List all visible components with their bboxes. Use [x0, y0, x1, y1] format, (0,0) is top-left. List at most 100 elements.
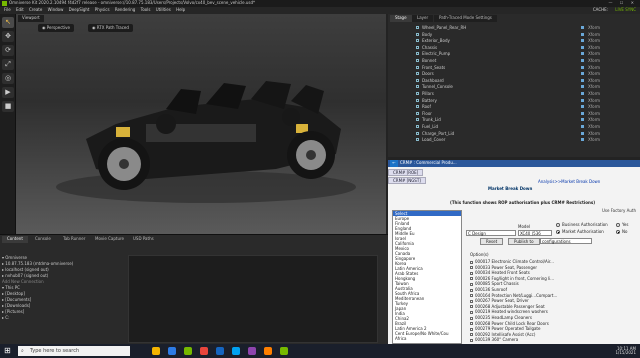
option-checkbox[interactable] — [470, 277, 473, 281]
stage-row[interactable]: Front_Seats Xform — [388, 65, 640, 70]
menu-rendering[interactable]: Rendering — [115, 7, 135, 12]
option-checkbox[interactable] — [470, 305, 473, 309]
stage-row[interactable]: Body Xform — [388, 32, 640, 37]
radio-yes[interactable] — [616, 223, 620, 227]
option-row[interactable]: 000164 Protection Net/Luggi...Compart... — [470, 293, 630, 298]
menu-create[interactable]: Create — [29, 7, 42, 12]
taskbar-app-icon[interactable] — [152, 347, 160, 355]
stage-row[interactable]: Roof Xform — [388, 104, 640, 109]
visibility-icon[interactable] — [581, 105, 584, 109]
option-checkbox[interactable] — [470, 327, 473, 331]
option-checkbox[interactable] — [470, 271, 473, 275]
tab-movie-capture[interactable]: Movie Capture — [90, 236, 129, 243]
scale-tool-icon[interactable]: ⤢ — [2, 59, 14, 70]
option-row[interactable]: 000235 HeadLamp Cleaners — [470, 315, 630, 320]
option-checkbox[interactable] — [470, 288, 473, 292]
option-checkbox[interactable] — [470, 322, 473, 326]
stage-row[interactable]: Doors Xform — [388, 71, 640, 76]
stage-row[interactable]: Load_Cover Xform — [388, 137, 640, 142]
visibility-icon[interactable] — [581, 72, 584, 76]
stage-row[interactable]: Bonnet Xform — [388, 58, 640, 63]
option-row[interactable]: 000139 360° Camera — [470, 337, 630, 342]
reset-button[interactable]: Reset — [480, 238, 504, 245]
taskbar-app-icon[interactable] — [280, 347, 288, 355]
option-row[interactable]: 000267 Power Seat, Driver — [470, 298, 630, 303]
menu-deepsight[interactable]: DeepSight — [69, 7, 90, 12]
taskbar-app-icon[interactable] — [168, 347, 176, 355]
renderer-dropdown[interactable]: ◉ RTX Path Traced — [88, 24, 133, 32]
visibility-icon[interactable] — [581, 85, 584, 89]
tab-stage[interactable]: Stage — [390, 15, 412, 22]
stage-row[interactable]: Wheel_Panel_Rear_RH Xform — [388, 25, 640, 30]
option-row[interactable]: 000268 Adjustable Passenger Seat — [470, 304, 630, 309]
stage-row[interactable]: Electric_Pump Xform — [388, 51, 640, 56]
option-row[interactable]: 000268 Power Child Lock Rear Doors — [470, 321, 630, 326]
option-checkbox[interactable] — [470, 316, 473, 320]
stage-row[interactable]: Tunnel_Console Xform — [388, 84, 640, 89]
menu-physics[interactable]: Physics — [95, 7, 110, 12]
visibility-icon[interactable] — [581, 59, 584, 62]
option-checkbox[interactable] — [470, 294, 473, 298]
stage-row[interactable]: Trunk_Lid Xform — [388, 117, 640, 122]
window-controls[interactable]: — ☐ ✕ — [609, 0, 637, 5]
option-checkbox[interactable] — [470, 299, 473, 303]
visibility-icon[interactable] — [581, 111, 584, 115]
visibility-icon[interactable] — [581, 65, 584, 69]
visibility-icon[interactable] — [581, 131, 584, 135]
viewport-tab[interactable]: Viewport — [18, 15, 44, 22]
visibility-icon[interactable] — [581, 138, 584, 142]
camera-dropdown[interactable]: ◉ Perspective — [38, 24, 74, 32]
publish-target-input[interactable]: configurations — [540, 238, 592, 244]
tab-path-traced-settings[interactable]: Path-Traced Mode Settings — [434, 15, 497, 22]
tab-tab-runner[interactable]: Tab Runner — [58, 236, 90, 243]
tab-layer[interactable]: Layer — [412, 15, 434, 22]
system-tray-clock[interactable]: 10:11 AM 1/15/2021 — [615, 347, 636, 355]
visibility-icon[interactable] — [581, 45, 584, 49]
option-row[interactable]: 000026 Fog/light in front, Cornering li.… — [470, 276, 630, 281]
taskbar-app-icon[interactable] — [200, 347, 208, 355]
taskbar-search[interactable]: ⌕ Type here to search — [18, 346, 130, 356]
taskbar-app-icon[interactable] — [248, 347, 256, 355]
option-checkbox[interactable] — [470, 333, 473, 337]
menu-file[interactable]: File — [4, 7, 11, 12]
menu-window[interactable]: Window — [48, 7, 64, 12]
stage-row[interactable]: Exterior_Body Xform — [388, 38, 640, 43]
breadcrumb-link[interactable]: Analysis>>Market Break Down — [538, 179, 600, 184]
option-row[interactable]: 000136 Sunroof — [470, 287, 630, 292]
tab-crm-ngst[interactable]: CRM# [NGST] — [388, 177, 426, 184]
taskbar-app-icon[interactable] — [184, 347, 192, 355]
viewport[interactable]: Viewport ◉ Perspective ◉ RTX Path Traced — [16, 14, 386, 234]
rotate-tool-icon[interactable]: ⟳ — [2, 45, 14, 56]
option-row[interactable]: 000034 Heated Front Seats — [470, 270, 630, 275]
live-sync-button[interactable]: LIVE SYNC — [615, 7, 636, 12]
tab-crm-roe[interactable]: CRM# [ROE] — [388, 169, 424, 176]
market-listbox[interactable]: Select Europe Finland England Middle Eu … — [392, 210, 462, 344]
publish-button[interactable]: Publish to — [508, 238, 540, 245]
stage-row[interactable]: Dashboard Xform — [388, 78, 640, 83]
visibility-icon[interactable] — [581, 26, 584, 29]
menu-help[interactable]: Help — [176, 7, 185, 12]
menu-edit[interactable]: Edit — [16, 7, 24, 12]
menu-utilities[interactable]: Utilities — [156, 7, 171, 12]
list-item[interactable]: Africa — [393, 336, 461, 341]
stop-tool-icon[interactable]: ■ — [2, 101, 14, 112]
taskbar-app-icon[interactable] — [232, 347, 240, 355]
stage-row[interactable]: Fuel_Lid Xform — [388, 124, 640, 129]
visibility-icon[interactable] — [581, 52, 584, 56]
taskbar-app-icon[interactable] — [216, 347, 224, 355]
option-checkbox[interactable] — [470, 338, 473, 342]
tab-console[interactable]: Console — [30, 236, 56, 243]
option-row[interactable]: 000017 Electronic Climate Control/Air... — [470, 259, 630, 264]
option-row[interactable]: 000292 Intellisafe Assist (Acc) — [470, 332, 630, 337]
stage-row[interactable]: Chassis Xform — [388, 45, 640, 50]
model-select[interactable]: XC40 (536 — [518, 230, 552, 236]
radio-no[interactable] — [616, 230, 620, 234]
visibility-icon[interactable] — [581, 125, 584, 128]
play-tool-icon[interactable]: ▶ — [2, 87, 14, 98]
radio-market-auth[interactable] — [556, 230, 560, 234]
option-checkbox[interactable] — [470, 266, 473, 270]
tree-item[interactable]: ▸ C: — [2, 315, 122, 321]
move-tool-icon[interactable]: ✥ — [2, 31, 14, 42]
menu-tools[interactable]: Tools — [141, 7, 151, 12]
stage-row[interactable]: Floor Xform — [388, 111, 640, 116]
